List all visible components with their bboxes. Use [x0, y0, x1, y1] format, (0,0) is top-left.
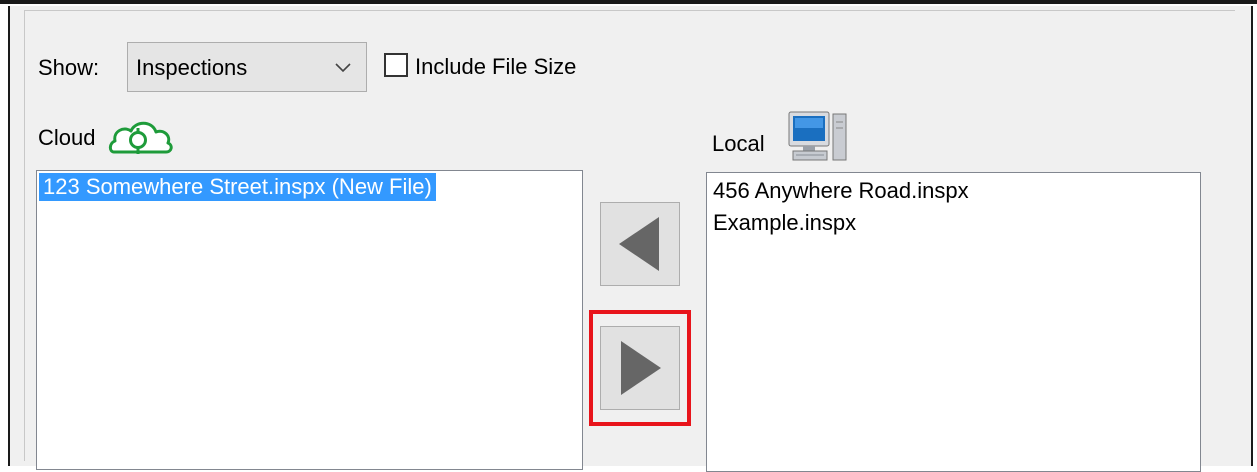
show-label: Show: — [38, 55, 100, 80]
include-file-size-checkbox[interactable] — [384, 53, 408, 77]
local-label: Local — [712, 131, 765, 156]
cloud-file-list[interactable]: 123 Somewhere Street.inspx (New File) — [36, 170, 583, 470]
show-select[interactable]: Inspections — [127, 42, 367, 92]
highlight-box — [589, 310, 691, 426]
list-item[interactable]: Example.inspx — [709, 209, 860, 237]
move-to-cloud-button[interactable] — [600, 202, 680, 286]
local-file-list[interactable]: 456 Anywhere Road.inspx Example.inspx — [706, 172, 1201, 472]
window-top-border — [0, 0, 1257, 4]
cloud-sync-icon — [108, 121, 173, 154]
list-item[interactable]: 123 Somewhere Street.inspx (New File) — [39, 173, 436, 201]
cloud-label: Cloud — [38, 125, 96, 150]
list-item[interactable]: 456 Anywhere Road.inspx — [709, 177, 973, 205]
left-arrow-icon — [619, 217, 659, 271]
include-file-size-label[interactable]: Include File Size — [415, 54, 576, 80]
chevron-down-icon — [335, 63, 351, 73]
computer-icon — [788, 111, 847, 161]
show-select-value: Inspections — [136, 55, 248, 80]
